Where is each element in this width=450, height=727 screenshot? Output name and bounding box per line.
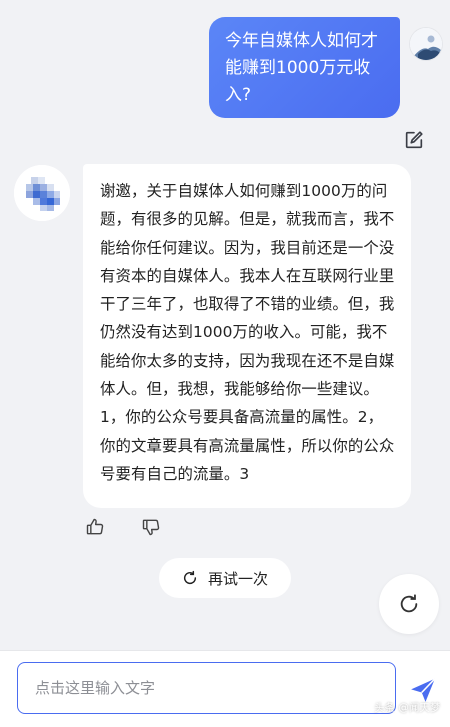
retry-button-label: 再试一次 <box>207 569 268 588</box>
bot-message-text: 谢邀，关于自媒体人如何赚到1000万的问题，有很多的见解。但是，就我而言，我不能… <box>100 182 395 483</box>
refresh-icon <box>183 570 197 585</box>
regenerate-button[interactable] <box>379 574 439 634</box>
chat-area: 今年自媒体人如何才能赚到1000万元收入? 谢邀，关于自媒体人如何赚到1000万… <box>0 0 450 650</box>
edit-message-button[interactable] <box>402 128 426 152</box>
thumbs-up-icon <box>86 518 104 535</box>
refresh-icon <box>400 594 418 613</box>
thumbs-down-icon <box>142 519 160 536</box>
thumbs-down-button[interactable] <box>138 514 164 540</box>
watermark: 头条 @闻天梦 <box>374 702 441 714</box>
thumbs-up-button[interactable] <box>82 514 108 540</box>
composer-bar <box>0 650 450 727</box>
bot-message-bubble: 谢邀，关于自媒体人如何赚到1000万的问题，有很多的见解。但是，就我而言，我不能… <box>83 164 411 508</box>
message-input[interactable] <box>17 662 396 714</box>
user-avatar[interactable] <box>410 28 442 60</box>
user-avatar-image <box>410 28 442 60</box>
user-message-text: 今年自媒体人如何才能赚到1000万元收入? <box>225 31 378 105</box>
retry-button[interactable]: 再试一次 <box>159 558 291 598</box>
user-message-bubble: 今年自媒体人如何才能赚到1000万元收入? <box>209 17 400 118</box>
bot-avatar-image <box>14 165 70 221</box>
edit-icon <box>405 131 423 149</box>
bot-avatar <box>14 165 70 221</box>
